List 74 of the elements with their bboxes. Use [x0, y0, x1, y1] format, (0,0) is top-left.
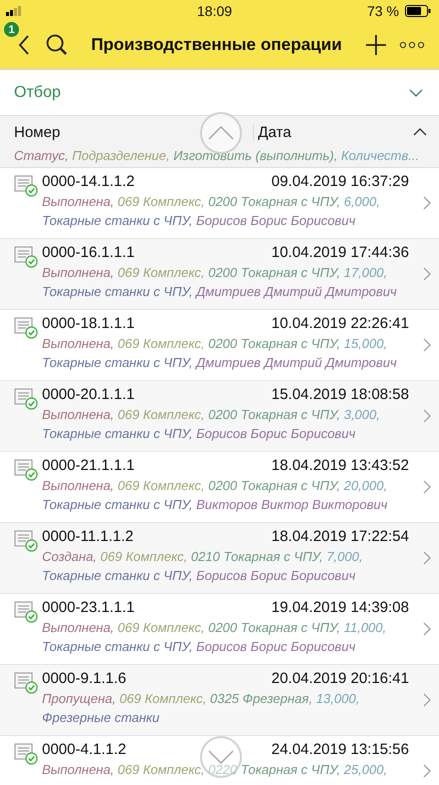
column-subheader: Статус, Подразделение, Изготовить (выполнить), Количеств...	[14, 148, 420, 163]
list-row[interactable]: 0000-16.1.1.1 10.04.2019 17:44:36 Выполнена, 069 Комплекс, 0200 Токарная с ЧПУ, 17,000, Токарные станки с ЧПУ, Дмитриев Дмитрий Дмитрович	[0, 239, 439, 310]
document-check-icon	[14, 459, 38, 481]
screen-title: Производственные операции	[90, 35, 343, 55]
chevron-right-icon	[423, 622, 431, 636]
plus-icon	[365, 34, 387, 56]
operation-number: 0000-18.1.1.1	[42, 315, 135, 332]
operation-date: 15.04.2019 18:08:58	[271, 386, 409, 403]
operation-date: 18.04.2019 17:22:54	[271, 528, 409, 545]
document-check-icon	[14, 743, 38, 765]
operation-details: Выполнена, 069 Комплекс, 0200 Токарная с ЧПУ, 11,000,	[42, 619, 388, 637]
operation-details: Выполнена, 069 Комплекс, 0220 Токарная с ЧПУ, 25,000,	[42, 761, 388, 779]
operation-details: Токарные станки с ЧПУ, Викторов Виктор Викторович	[42, 496, 388, 514]
operation-details: Выполнена, 069 Комплекс, 0200 Токарная с ЧПУ, 15,000,	[42, 335, 388, 353]
operation-number: 0000-21.1.1.1	[42, 457, 135, 474]
operation-details: Выполнена, 069 Комплекс, 0200 Токарная с ЧПУ, 6,000,	[42, 193, 381, 211]
operation-number: 0000-23.1.1.1	[42, 599, 135, 616]
operation-details: Выполнена, 069 Комплекс, 0200 Токарная с ЧПУ, 3,000,	[42, 406, 381, 424]
operation-details: Токарные станки с ЧПУ, Дмитриев Дмитрий Дмитрович	[42, 354, 398, 372]
signal-icon	[6, 6, 22, 16]
operation-number: 0000-9.1.1.6	[42, 670, 126, 687]
chevron-right-icon	[423, 480, 431, 494]
operation-number: 0000-16.1.1.1	[42, 244, 135, 261]
sort-caret-icon	[413, 128, 427, 136]
operation-details: Токарные станки с ЧПУ, Дмитриев Дмитрий Дмитрович	[42, 283, 398, 301]
operation-date: 19.04.2019 14:39:08	[271, 599, 409, 616]
operation-details: Токарные станки с ЧПУ, Борисов Борис Борисович	[42, 212, 356, 230]
battery-percent: 73 %	[367, 3, 399, 19]
list-row[interactable]: 0000-11.1.1.2 18.04.2019 17:22:54 Создана, 069 Комплекс, 0210 Токарная с ЧПУ, 7,000, Токарные станки с ЧПУ, Борисов Борис Борисович	[0, 523, 439, 594]
document-check-icon	[14, 388, 38, 410]
search-icon	[46, 34, 68, 56]
operation-number: 0000-20.1.1.1	[42, 386, 135, 403]
chevron-up-icon	[208, 126, 234, 140]
operation-date: 10.04.2019 17:44:36	[271, 244, 409, 261]
chevron-right-icon	[423, 551, 431, 565]
document-check-icon	[14, 175, 38, 197]
back-icon	[18, 35, 30, 55]
operation-details: Токарные станки с ЧПУ, Борисов Борис Борисович	[42, 567, 356, 585]
chevron-down-icon	[409, 88, 423, 96]
chevron-right-icon	[423, 693, 431, 707]
operation-details: Выполнена, 069 Комплекс, 0200 Токарная с ЧПУ, 20,000,	[42, 477, 388, 495]
operation-number: 0000-11.1.1.2	[42, 528, 134, 545]
list-row[interactable]: 0000-9.1.1.6 20.04.2019 20:16:41 Пропущена, 069 Комплекс, 0325 Фрезерная, 13,000, Фрезерные станки	[0, 665, 439, 736]
document-check-icon	[14, 317, 38, 339]
document-check-icon	[14, 601, 38, 623]
chevron-right-icon	[423, 196, 431, 210]
chevron-down-icon	[208, 750, 234, 764]
operation-details: Токарные станки с ЧПУ, Борисов Борис Борисович	[42, 638, 356, 656]
document-check-icon	[14, 530, 38, 552]
operation-date: 24.04.2019 13:15:56	[271, 741, 409, 758]
operation-date: 20.04.2019 20:16:41	[271, 670, 409, 687]
clock-time: 18:09	[196, 3, 234, 19]
operation-date: 18.04.2019 13:43:52	[271, 457, 409, 474]
chevron-right-icon	[423, 409, 431, 423]
battery-icon	[405, 5, 431, 17]
operation-date: 10.04.2019 22:26:41	[271, 315, 409, 332]
operation-number: 0000-4.1.1.2	[42, 741, 126, 758]
operation-details: Пропущена, 069 Комплекс, 0325 Фрезерная, 13,000,	[42, 690, 360, 708]
column-header[interactable]: Дата	[254, 124, 413, 140]
operation-details: Выполнена, 069 Комплекс, 0200 Токарная с ЧПУ, 17,000,	[42, 264, 388, 282]
document-check-icon	[14, 672, 38, 694]
chevron-right-icon	[423, 764, 431, 778]
operation-number: 0000-14.1.1.2	[42, 173, 135, 190]
operation-details: Создана, 069 Комплекс, 0210 Токарная с ЧПУ, 7,000,	[42, 548, 364, 566]
operation-details: Токарные станки с ЧПУ, Борисов Борис Борисович	[42, 425, 356, 443]
column-header[interactable]: Номер	[14, 124, 254, 140]
notification-badge: 1	[4, 22, 19, 37]
operation-details: Фрезерные станки	[42, 709, 161, 727]
document-check-icon	[14, 246, 38, 268]
list-row[interactable]: 0000-20.1.1.1 15.04.2019 18:08:58 Выполнена, 069 Комплекс, 0200 Токарная с ЧПУ, 3,000, Токарные станки с ЧПУ, Борисов Борис Борисович	[0, 381, 439, 452]
chevron-right-icon	[423, 338, 431, 352]
more-icon	[399, 41, 425, 49]
operation-date: 09.04.2019 16:37:29	[271, 173, 409, 190]
chevron-right-icon	[423, 267, 431, 281]
